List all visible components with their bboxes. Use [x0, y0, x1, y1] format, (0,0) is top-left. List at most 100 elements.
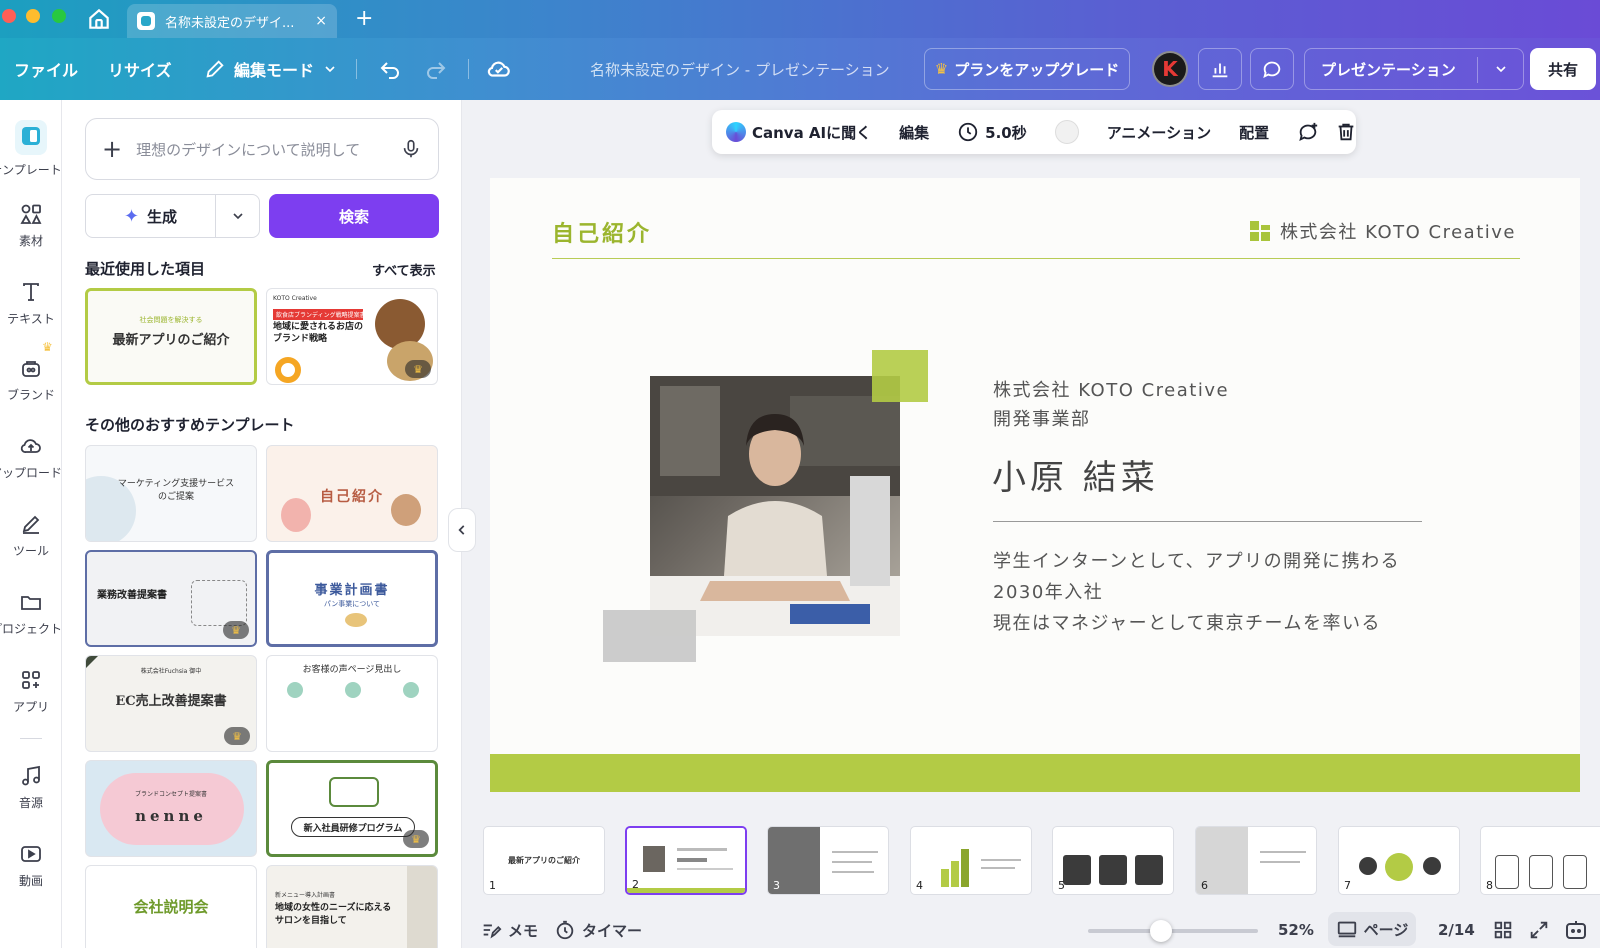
company-name: 株式会社 KOTO Creative [1279, 222, 1516, 243]
page-counter[interactable]: 2/14 [1438, 912, 1475, 948]
add-comment-icon[interactable] [1283, 121, 1327, 143]
template-title: 地域の女性のニーズに応えるサロンを目指して [275, 903, 392, 926]
recommended-template-10[interactable]: 新メニュー導入計画書 地域の女性のニーズに応えるサロンを目指して [266, 865, 438, 948]
undo-icon[interactable] [378, 38, 402, 100]
chevron-down-icon [325, 66, 335, 73]
maximize-window-button[interactable] [52, 9, 66, 23]
search-button[interactable]: 検索 [269, 194, 439, 238]
present-button[interactable]: プレゼンテーション [1304, 48, 1524, 90]
template-small-text: ブランドコンセプト提案書 [134, 791, 207, 798]
see-all-link[interactable]: すべて表示 [372, 260, 436, 279]
page-thumbnail-6[interactable]: 6 [1195, 826, 1317, 895]
recommended-template-6[interactable]: お客様の声ページ見出し [266, 655, 438, 752]
template-title: 業務改善提案書 [97, 590, 167, 601]
tab-close-icon[interactable]: × [315, 13, 327, 29]
rail-item-elements[interactable]: 素材 [0, 202, 62, 249]
share-button[interactable]: 共有 [1530, 48, 1596, 90]
rail-item-apps[interactable]: アプリ [0, 668, 62, 715]
plus-icon[interactable]: + [102, 135, 122, 163]
slide-canvas[interactable]: 自己紹介 株式会社 KOTO Creative 株式会社 KOTO Creati… [490, 178, 1580, 792]
trash-icon[interactable] [1327, 121, 1365, 143]
background-color-button[interactable] [1041, 120, 1093, 144]
microphone-icon[interactable] [400, 138, 422, 160]
chevron-down-icon[interactable] [1493, 61, 1509, 77]
page-thumbnail-2[interactable]: 2 [625, 826, 747, 895]
page-thumbnail-4[interactable]: 4 [910, 826, 1032, 895]
rail-label: 素材 [18, 234, 43, 248]
fullscreen-icon[interactable] [1528, 912, 1550, 948]
file-menu[interactable]: ファイル [14, 38, 78, 100]
rail-item-projects[interactable]: プロジェクト [0, 590, 62, 637]
comments-button[interactable] [1250, 48, 1294, 90]
rail-item-brand[interactable]: ♛ ブランド [0, 340, 62, 403]
zoom-slider-handle[interactable] [1150, 920, 1172, 942]
footer-accent-band [490, 754, 1580, 792]
page-number: 4 [916, 879, 923, 892]
decorative-gray-square [603, 610, 696, 662]
design-prompt-input[interactable]: + 理想のデザインについて説明して [85, 118, 439, 180]
redo-icon[interactable] [424, 38, 448, 100]
rail-item-tools[interactable]: ツール [0, 512, 62, 559]
page-thumbnail-3[interactable]: 3 [767, 826, 889, 895]
notes-label: メモ [508, 921, 539, 940]
duration-button[interactable]: 5.0秒 [943, 121, 1041, 143]
upgrade-plan-button[interactable]: ♛ プランをアップグレード [924, 48, 1130, 90]
home-icon[interactable] [86, 6, 112, 32]
person-name[interactable]: 小原 結菜 [992, 450, 1159, 499]
recommended-template-5[interactable]: 株式会社Fuchsia 御中 EC売上改善提案書 ♛ [85, 655, 257, 752]
zoom-level[interactable]: 52% [1278, 912, 1314, 948]
help-assistant-icon[interactable] [1564, 912, 1588, 948]
ask-ai-button[interactable]: Canva AIに聞く [712, 122, 885, 143]
bottom-bar: メモ タイマー 52% ページ 2/14 [462, 912, 1600, 948]
slide-heading[interactable]: 自己紹介 [552, 216, 652, 248]
rail-label: 動画 [18, 874, 43, 888]
page-view-button[interactable]: ページ [1328, 912, 1416, 946]
minimize-window-button[interactable] [26, 9, 40, 23]
rail-label: アプリ [12, 700, 49, 714]
generate-button[interactable]: ✦ 生成 [85, 194, 260, 238]
page-thumbnail-5[interactable]: 5 [1052, 826, 1174, 895]
slide-company-header[interactable]: 株式会社 KOTO Creative [1249, 218, 1516, 244]
recommended-template-1[interactable]: マーケティング支援サービスのご提案 [85, 445, 257, 542]
rail-item-video[interactable]: 動画 [0, 842, 62, 889]
collapse-panel-button[interactable] [448, 508, 476, 552]
generate-options-dropdown[interactable] [216, 208, 259, 224]
zoom-slider-track[interactable] [1088, 929, 1258, 933]
page-thumbnail-1[interactable]: 最新アプリのご紹介 1 [483, 826, 605, 895]
rail-item-upload[interactable]: アップロード [0, 434, 62, 481]
recommended-template-8[interactable]: 新入社員研修プログラム ♛ [266, 760, 438, 857]
resize-menu[interactable]: リサイズ [108, 38, 172, 100]
page-thumbnail-7[interactable]: 7 [1338, 826, 1460, 895]
recent-template-2[interactable]: KOTO Creative 飲食店ブランディング戦略提案書 地域に愛されるお店の… [266, 288, 438, 385]
recommended-template-2[interactable]: 自己紹介 [266, 445, 438, 542]
grid-view-icon[interactable] [1492, 912, 1514, 948]
recommended-template-9[interactable]: 会社説明会 [85, 865, 257, 948]
rail-item-audio[interactable]: 音源 [0, 764, 62, 811]
browser-tab[interactable]: 名称未設定のデザイ... × [127, 4, 337, 38]
rail-label: テキスト [7, 312, 55, 326]
avatar[interactable]: K [1152, 51, 1188, 87]
close-window-button[interactable] [2, 9, 16, 23]
animation-button[interactable]: アニメーション [1093, 122, 1225, 143]
new-tab-icon[interactable]: + [355, 6, 373, 32]
page-thumbnail-8[interactable]: 8 [1480, 826, 1600, 895]
rail-item-text[interactable]: テキスト [0, 280, 62, 327]
notes-button[interactable]: メモ [480, 912, 538, 948]
cloud-saved-icon[interactable] [486, 38, 512, 100]
analytics-button[interactable] [1198, 48, 1242, 90]
timer-button[interactable]: タイマー [554, 912, 642, 948]
recommended-template-3[interactable]: 業務改善提案書 ♛ [85, 550, 257, 647]
animation-label: アニメーション [1106, 123, 1212, 142]
profile-description[interactable]: 学生インターンとして、アプリの開発に携わる 2030年入社 現在はマネジャーとし… [993, 546, 1400, 639]
organization-text[interactable]: 株式会社 KOTO Creative 開発事業部 [993, 376, 1229, 434]
crown-icon: ♛ [224, 727, 250, 745]
rail-item-templates[interactable]: テンプレート [0, 120, 62, 178]
document-title[interactable]: 名称未設定のデザイン - プレゼンテーション [590, 38, 890, 100]
profile-photo[interactable] [650, 376, 900, 636]
arrange-button[interactable]: 配置 [1225, 122, 1283, 143]
edit-mode-menu[interactable]: 編集モード [204, 38, 338, 100]
edit-button[interactable]: 編集 [885, 122, 943, 143]
recommended-template-4[interactable]: 事業計画書 パン事業について [266, 550, 438, 647]
recent-template-1[interactable]: 社会問題を解決する 最新アプリのご紹介 [85, 288, 257, 385]
recommended-template-7[interactable]: ブランドコンセプト提案書 nenne [85, 760, 257, 857]
